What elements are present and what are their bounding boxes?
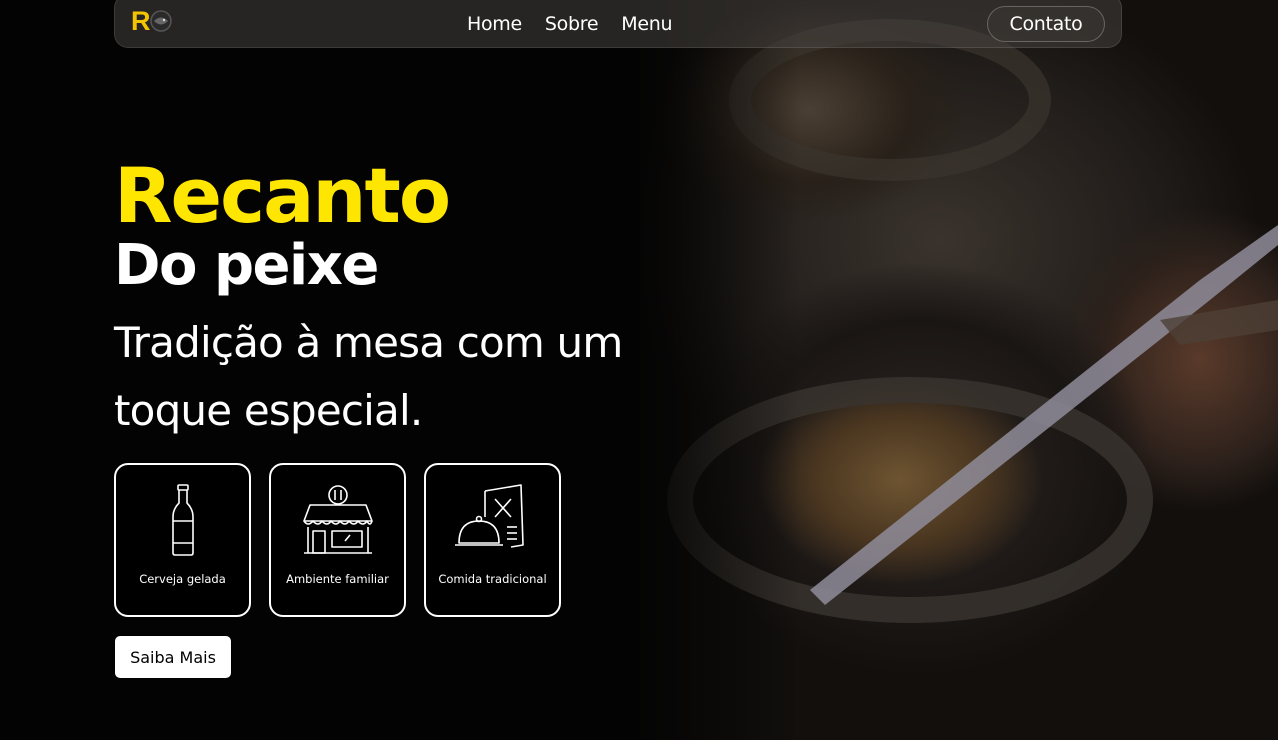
feature-card-comida: Comida tradicional [424, 463, 561, 617]
nav-links: Home Sobre Menu [467, 0, 673, 49]
brand-logo[interactable]: R [131, 3, 175, 39]
feature-label: Cerveja gelada [139, 572, 226, 586]
nav-sobre-link[interactable]: Sobre [545, 13, 599, 35]
hero-title: Recanto [114, 151, 451, 240]
nav-home-link[interactable]: Home [467, 13, 522, 35]
beer-bottle-icon [171, 484, 194, 556]
hero-subtitle: Do peixe [114, 233, 379, 298]
hero-tagline: Tradição à mesa com um toque especial. [114, 318, 623, 435]
storefront-icon [302, 485, 373, 554]
feature-cards: Cerveja gelada Ambiente familiar Comida … [114, 463, 561, 617]
nav-menu-link[interactable]: Menu [621, 13, 672, 35]
feature-label: Comida tradicional [438, 572, 547, 586]
contact-button[interactable]: Contato [987, 6, 1105, 42]
page: R Home Sobre Menu Contato Recanto Do pei… [0, 0, 1278, 740]
top-navbar: R Home Sobre Menu Contato [114, 0, 1122, 48]
fish-logo-icon [150, 10, 172, 32]
feature-card-ambiente: Ambiente familiar [269, 463, 406, 617]
feature-card-beer: Cerveja gelada [114, 463, 251, 617]
saiba-mais-button[interactable]: Saiba Mais [114, 635, 232, 679]
cloche-menu-icon [454, 484, 524, 548]
feature-label: Ambiente familiar [286, 572, 389, 586]
